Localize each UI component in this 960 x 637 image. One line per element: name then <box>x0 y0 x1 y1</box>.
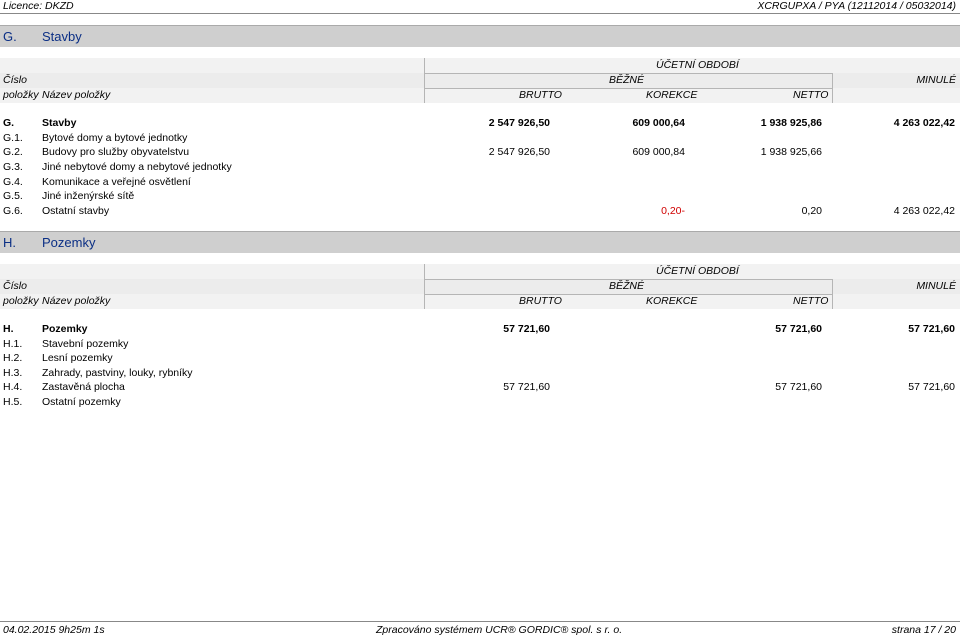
col-minule: MINULÉ <box>916 280 956 292</box>
row-code: G.3. <box>3 161 23 173</box>
row-name: Lesní pozemky <box>42 352 113 364</box>
col-netto: NETTO <box>793 295 829 307</box>
footer-page: strana 17 / 20 <box>891 624 956 636</box>
footer-divider <box>0 621 960 622</box>
row-name: Jiné inženýrské sítě <box>42 190 135 202</box>
row-minule: 57 721,60 <box>908 381 955 393</box>
row-korekce: 609 000,84 <box>632 146 685 158</box>
row-code: H. <box>3 323 14 335</box>
row-name: Stavební pozemky <box>42 338 129 350</box>
row-brutto: 2 547 926,50 <box>488 146 550 158</box>
row-code: H.4. <box>3 381 23 393</box>
row-code: H.2. <box>3 352 23 364</box>
col-netto: NETTO <box>793 89 829 101</box>
column-header-h: ÚČETNÍ OBDOBÍ Číslo BĚŽNÉ MINULÉ položky… <box>0 264 960 309</box>
row-netto: 57 721,60 <box>775 381 822 393</box>
col-nazev: Název položky <box>42 89 111 101</box>
row-code: H.1. <box>3 338 23 350</box>
row-code: G.5. <box>3 190 23 202</box>
col-polozky: položky <box>3 89 39 101</box>
footer-date: 04.02.2015 9h25m 1s <box>3 624 105 636</box>
row-name: Komunikace a veřejné osvětlení <box>42 176 191 188</box>
row-name: Jiné nebytové domy a nebytové jednotky <box>42 161 232 173</box>
col-bezne: BĚŽNÉ <box>609 280 645 292</box>
section-title: Stavby <box>42 29 82 44</box>
row-name: Budovy pro služby obyvatelstvu <box>42 146 190 158</box>
row-korekce: 0,20- <box>661 205 685 217</box>
row-netto: 0,20 <box>801 205 822 217</box>
row-code: H.3. <box>3 367 23 379</box>
row-code: G.2. <box>3 146 23 158</box>
row-code: G.4. <box>3 176 23 188</box>
report-id-text: XCRGUPXA / PYA (12112014 / 05032014) <box>757 0 956 12</box>
licence-text: Licence: DKZD <box>3 0 74 12</box>
section-header-h: H. Pozemky <box>0 231 960 253</box>
row-name: Zahrady, pastviny, louky, rybníky <box>42 367 193 379</box>
row-code: G. <box>3 117 15 129</box>
col-brutto: BRUTTO <box>519 295 562 307</box>
section-header-g: G. Stavby <box>0 25 960 47</box>
col-ucetni-obdobi: ÚČETNÍ OBDOBÍ <box>656 265 739 277</box>
row-code: G.1. <box>3 132 23 144</box>
row-brutto: 57 721,60 <box>503 323 550 335</box>
row-name: Bytové domy a bytové jednotky <box>42 132 188 144</box>
section-code: H. <box>3 235 16 250</box>
section-title: Pozemky <box>42 235 96 250</box>
row-brutto: 2 547 926,50 <box>488 117 550 129</box>
col-minule: MINULÉ <box>916 74 956 86</box>
report-header-bar: Licence: DKZD XCRGUPXA / PYA (12112014 /… <box>0 0 960 14</box>
col-korekce: KOREKCE <box>646 295 698 307</box>
row-name: Stavby <box>42 117 77 129</box>
section-code: G. <box>3 29 17 44</box>
column-header-g: ÚČETNÍ OBDOBÍ Číslo BĚŽNÉ MINULÉ položky… <box>0 58 960 103</box>
row-name: Zastavěná plocha <box>42 381 125 393</box>
footer-processed: Zpracováno systémem UCR® GORDIC® spol. s… <box>376 624 623 636</box>
row-name: Ostatní pozemky <box>42 396 121 408</box>
col-polozky: položky <box>3 295 39 307</box>
row-netto: 1 938 925,86 <box>760 117 822 129</box>
row-name: Ostatní stavby <box>42 205 110 217</box>
row-code: H.5. <box>3 396 23 408</box>
row-brutto: 57 721,60 <box>503 381 550 393</box>
col-nazev: Název položky <box>42 295 111 307</box>
row-minule: 4 263 022,42 <box>893 117 955 129</box>
row-korekce: 609 000,64 <box>632 117 685 129</box>
row-minule: 57 721,60 <box>908 323 955 335</box>
col-ucetni-obdobi: ÚČETNÍ OBDOBÍ <box>656 59 739 71</box>
row-netto: 1 938 925,66 <box>760 146 822 158</box>
col-cislo: Číslo <box>3 74 27 86</box>
col-korekce: KOREKCE <box>646 89 698 101</box>
row-minule: 4 263 022,42 <box>893 205 955 217</box>
row-netto: 57 721,60 <box>775 323 822 335</box>
row-code: G.6. <box>3 205 23 217</box>
col-brutto: BRUTTO <box>519 89 562 101</box>
col-cislo: Číslo <box>3 280 27 292</box>
row-name: Pozemky <box>42 323 88 335</box>
col-bezne: BĚŽNÉ <box>609 74 645 86</box>
